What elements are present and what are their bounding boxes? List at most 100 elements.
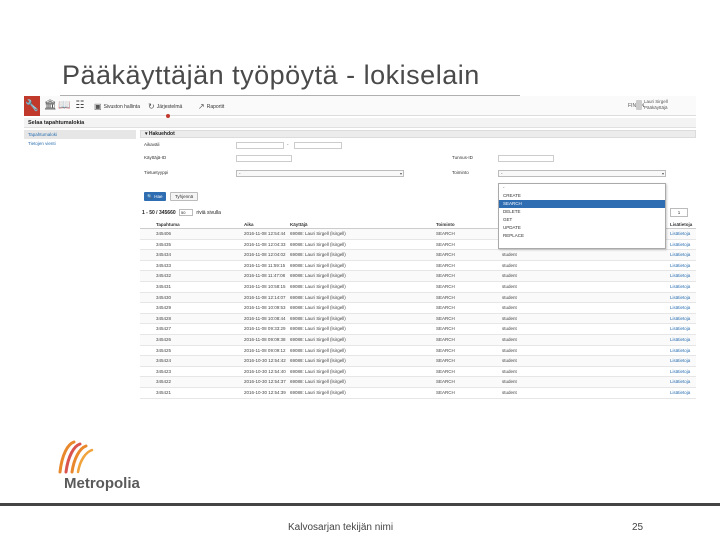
dropdown-option[interactable]: CREATE [499,192,665,200]
table-cell: 69088: Lauri Sirgell (lsirgell) [290,262,346,268]
dropdown-option[interactable]: GET [499,216,665,224]
sidebar-item-event-log[interactable]: Tapahtumaloki [24,130,136,139]
table-cell: SEARCH [436,379,455,385]
menu-site-admin[interactable]: ▣ Sivuston hallinta [94,102,140,111]
table-cell: 345427 [156,326,172,332]
date-to-input[interactable] [294,142,342,149]
target-id-input[interactable] [498,155,554,162]
table-cell: 2016-11-08 09:33:29 [244,326,286,332]
table-cell: 69088: Lauri Sirgell (lsirgell) [290,358,346,364]
table-row: 345425 2016-11-08 09:09:12 69088: Lauri Si… [140,346,696,357]
search-button[interactable]: 🔍 Hae [144,192,166,201]
details-link[interactable]: Lisätietoja [670,303,690,313]
table-cell: student [502,347,517,353]
notes-icon[interactable]: ☷ [74,99,86,113]
table-cell: student [502,294,517,300]
table-cell: 345421 [156,389,172,395]
pager-info: 1 - 50 / 345660 50 riviä sivulla [142,209,221,216]
table-cell: 69088: Lauri Sirgell (lsirgell) [290,315,346,321]
table-cell: SEARCH [436,283,455,289]
menu-label: Sivuston hallinta [103,103,140,110]
dropdown-option-selected[interactable]: SEARCH [499,200,665,208]
select-value: - [501,171,503,176]
details-link[interactable]: Lisätietoja [670,250,690,260]
column-header[interactable]: Toiminto [436,220,455,229]
action-select[interactable]: - ▾ [498,170,666,177]
table-row: 345423 2016-10-30 12:54:40 69088: Lauri Si… [140,367,696,378]
details-link[interactable]: Lisätietoja [670,271,690,281]
table-row: 345433 2016-11-08 11:59:15 69088: Lauri Si… [140,261,696,272]
table-cell: 2016-11-08 10:58:15 [244,283,286,289]
per-page-label: riviä sivulla [196,209,221,216]
details-link[interactable]: Lisätietoja [670,229,690,239]
table-row: 345430 2016-11-08 12:14:07 69088: Lauri Si… [140,292,696,304]
dropdown-option[interactable]: REPLACE [499,232,665,240]
date-from-input[interactable] [236,142,284,149]
dropdown-option[interactable]: - [499,184,665,192]
column-header[interactable]: Käyttäjä [290,220,308,229]
page-number: 25 [632,522,644,533]
filter-panel-title[interactable]: ▾ Hakuehdot [140,130,696,138]
menu-system[interactable]: ↻ Järjestelmä [148,102,182,111]
column-header: Lisätietoja [670,222,693,227]
book-icon[interactable]: 📖 [58,99,70,113]
label-action: Toiminto [452,170,469,175]
page-button[interactable]: 1 [670,208,688,217]
user-avatar[interactable] [636,100,642,110]
column-header[interactable]: Tapahtuma [156,220,180,229]
table-cell: SEARCH [436,231,455,236]
details-link[interactable]: Lisätietoja [670,314,690,324]
table-cell: 69088: Lauri Sirgell (lsirgell) [290,294,346,300]
wrench-icon[interactable]: 🔧 [24,96,40,116]
user-id-input[interactable] [236,155,292,162]
table-cell: student [502,315,517,321]
column-header[interactable]: Aika [244,220,254,229]
table-cell: 2016-11-08 09:09:38 [244,336,286,342]
details-link[interactable]: Lisätietoja [670,240,690,250]
details-link[interactable]: Lisätietoja [670,282,690,292]
per-page-select[interactable]: 50 [179,209,194,216]
details-link[interactable]: Lisätietoja [670,324,690,334]
label-user-id: Käyttäjä-ID [144,155,167,160]
user-info[interactable]: Lauri Sirgell Pääkäyttäjä [644,99,668,111]
range-dash: - [287,142,289,147]
table-cell: student [502,252,517,258]
details-link[interactable]: Lisätietoja [670,346,690,356]
record-type-select[interactable]: - ▾ [236,170,404,177]
table-cell: 2016-11-08 12:04:33 [244,241,286,247]
menu-label: Raportit [206,103,225,110]
search-icon: 🔍 [147,194,154,199]
details-link[interactable]: Lisätietoja [670,388,690,398]
details-link[interactable]: Lisätietoja [670,367,690,377]
result-range: 1 - 50 / 345660 [142,209,176,216]
table-cell: 2016-11-08 12:54:44 [244,231,286,236]
details-link[interactable]: Lisätietoja [670,261,690,271]
table-cell: 345428 [156,315,172,321]
institution-icon[interactable]: 🏛 [44,99,57,113]
table-cell: 69088: Lauri Sirgell (lsirgell) [290,389,346,395]
details-link[interactable]: Lisätietoja [670,335,690,345]
table-cell: student [502,336,517,342]
menu-reports[interactable]: ↗ Raportit [198,102,224,111]
top-navbar: 🔧 🏛 📖 ☷ ▣ Sivuston hallinta ↻ Järjestelmä … [24,96,696,116]
table-cell: 69088: Lauri Sirgell (lsirgell) [290,283,346,289]
cube-icon: ▣ [94,102,102,111]
label-target-id: Tunnus-ID [452,155,473,160]
app-screenshot: 🔧 🏛 📖 ☷ ▣ Sivuston hallinta ↻ Järjestelmä … [24,96,696,414]
details-link[interactable]: Lisätietoja [670,356,690,366]
table-cell: 345433 [156,262,172,268]
table-cell: 69088: Lauri Sirgell (lsirgell) [290,273,346,279]
table-cell: 345423 [156,368,172,374]
table-cell: SEARCH [436,347,455,353]
sidebar: Tapahtumaloki Tietojen vienti [24,130,136,148]
clear-button[interactable]: Tyhjennä [170,192,198,201]
table-cell: student [502,379,517,385]
sidebar-item-data-export[interactable]: Tietojen vienti [24,139,136,148]
dropdown-option[interactable]: UPDATE [499,224,665,232]
table-row: 345422 2016-10-30 12:54:37 69088: Lauri Si… [140,377,696,388]
details-link[interactable]: Lisätietoja [670,293,690,303]
table-cell: student [502,326,517,332]
dropdown-option[interactable]: DELETE [499,208,665,216]
details-link[interactable]: Lisätietoja [670,377,690,387]
table-cell: student [502,262,517,268]
